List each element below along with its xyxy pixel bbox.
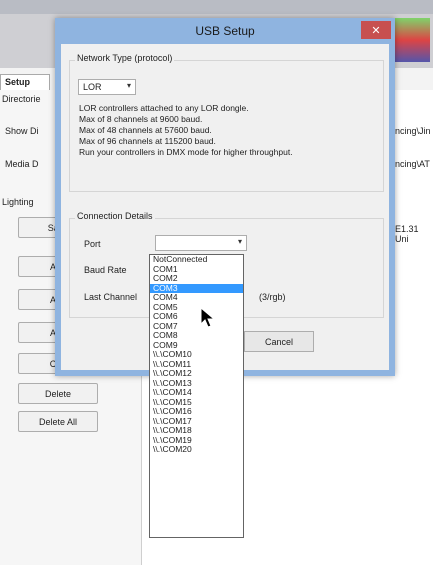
directories-label: Directorie — [2, 94, 41, 104]
show-directory-label: Show Di — [5, 126, 39, 136]
description-line: Max of 8 channels at 9600 baud. — [79, 114, 203, 124]
description-line: LOR controllers attached to any LOR dong… — [79, 103, 249, 113]
last-channel-label: Last Channel — [84, 292, 138, 302]
port-label: Port — [84, 239, 101, 249]
description-line: Max of 48 channels at 57600 baud. — [79, 125, 212, 135]
network-type-value: LOR — [83, 82, 102, 92]
network-description: LOR controllers attached to any LOR dong… — [79, 103, 293, 158]
baud-rate-label: Baud Rate — [84, 265, 127, 275]
chevron-down-icon: ▾ — [237, 237, 242, 246]
preview-thumbnail — [390, 18, 430, 62]
port-select[interactable]: ▾ — [155, 235, 247, 251]
port-dropdown-list[interactable]: NotConnected COM1 COM2 COM3 COM4 COM5 COM6 COM7… — [149, 254, 244, 538]
lighting-label: Lighting — [2, 197, 34, 207]
mouse-cursor-icon — [200, 307, 216, 328]
connection-details-label: Connection Details — [75, 211, 155, 221]
network-type-select[interactable]: LOR ▾ — [78, 79, 136, 95]
media-directory-label: Media D — [5, 159, 39, 169]
app-title-strip — [0, 0, 433, 14]
dialog-title: USB Setup — [195, 24, 255, 38]
chevron-down-icon: ▾ — [126, 81, 131, 90]
description-line: Max of 96 channels at 115200 baud. — [79, 136, 216, 146]
dialog-titlebar[interactable]: USB Setup ✕ — [55, 18, 395, 44]
cancel-button[interactable]: Cancel — [244, 331, 314, 352]
port-option[interactable]: \\.\COM20 — [150, 444, 243, 455]
media-directory-path: ncing\AT — [395, 159, 430, 169]
delete-all-button[interactable]: Delete All — [18, 411, 98, 432]
tab-setup[interactable]: Setup — [0, 74, 50, 90]
delete-button[interactable]: Delete — [18, 383, 98, 404]
show-directory-path: ncing\Jin — [395, 126, 431, 136]
close-icon[interactable]: ✕ — [361, 21, 391, 39]
last-channel-suffix: (3/rgb) — [259, 292, 286, 302]
network-type-label: Network Type (protocol) — [75, 53, 175, 63]
controller-row-text: E1.31 Uni — [395, 224, 419, 244]
description-line: Run your controllers in DMX mode for hig… — [79, 147, 293, 157]
